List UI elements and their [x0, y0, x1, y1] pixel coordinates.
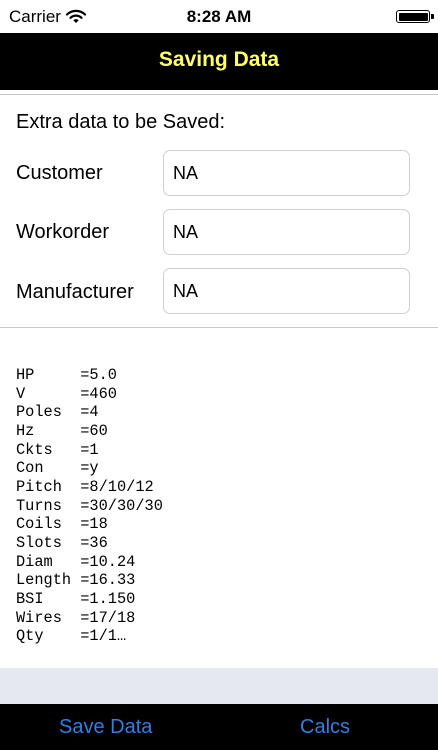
- form-heading: Extra data to be Saved:: [16, 111, 226, 133]
- manufacturer-label: Manufacturer: [16, 281, 134, 303]
- status-bar: Carrier 8:28 AM: [0, 0, 438, 33]
- customer-field[interactable]: [163, 150, 410, 196]
- workorder-field[interactable]: [163, 209, 410, 255]
- navigation-bar: Saving Data: [0, 33, 438, 90]
- page-title: Saving Data: [158, 48, 280, 71]
- status-time: 8:28 AM: [186, 7, 252, 26]
- content-footer-band: [0, 668, 438, 704]
- bottom-toolbar: Save Data Calcs: [0, 704, 438, 750]
- manufacturer-field[interactable]: [163, 268, 410, 314]
- battery-icon: [396, 10, 434, 23]
- save-data-button[interactable]: Save Data: [59, 716, 152, 739]
- motor-data-text: HP =5.0 V =460 Poles =4 Hz =60 Ckts =1 C…: [16, 366, 163, 646]
- extra-data-form: Extra data to be Saved: Customer Workord…: [0, 94, 438, 328]
- workorder-label: Workorder: [16, 221, 109, 243]
- customer-label: Customer: [16, 162, 103, 184]
- calcs-button[interactable]: Calcs: [300, 716, 350, 739]
